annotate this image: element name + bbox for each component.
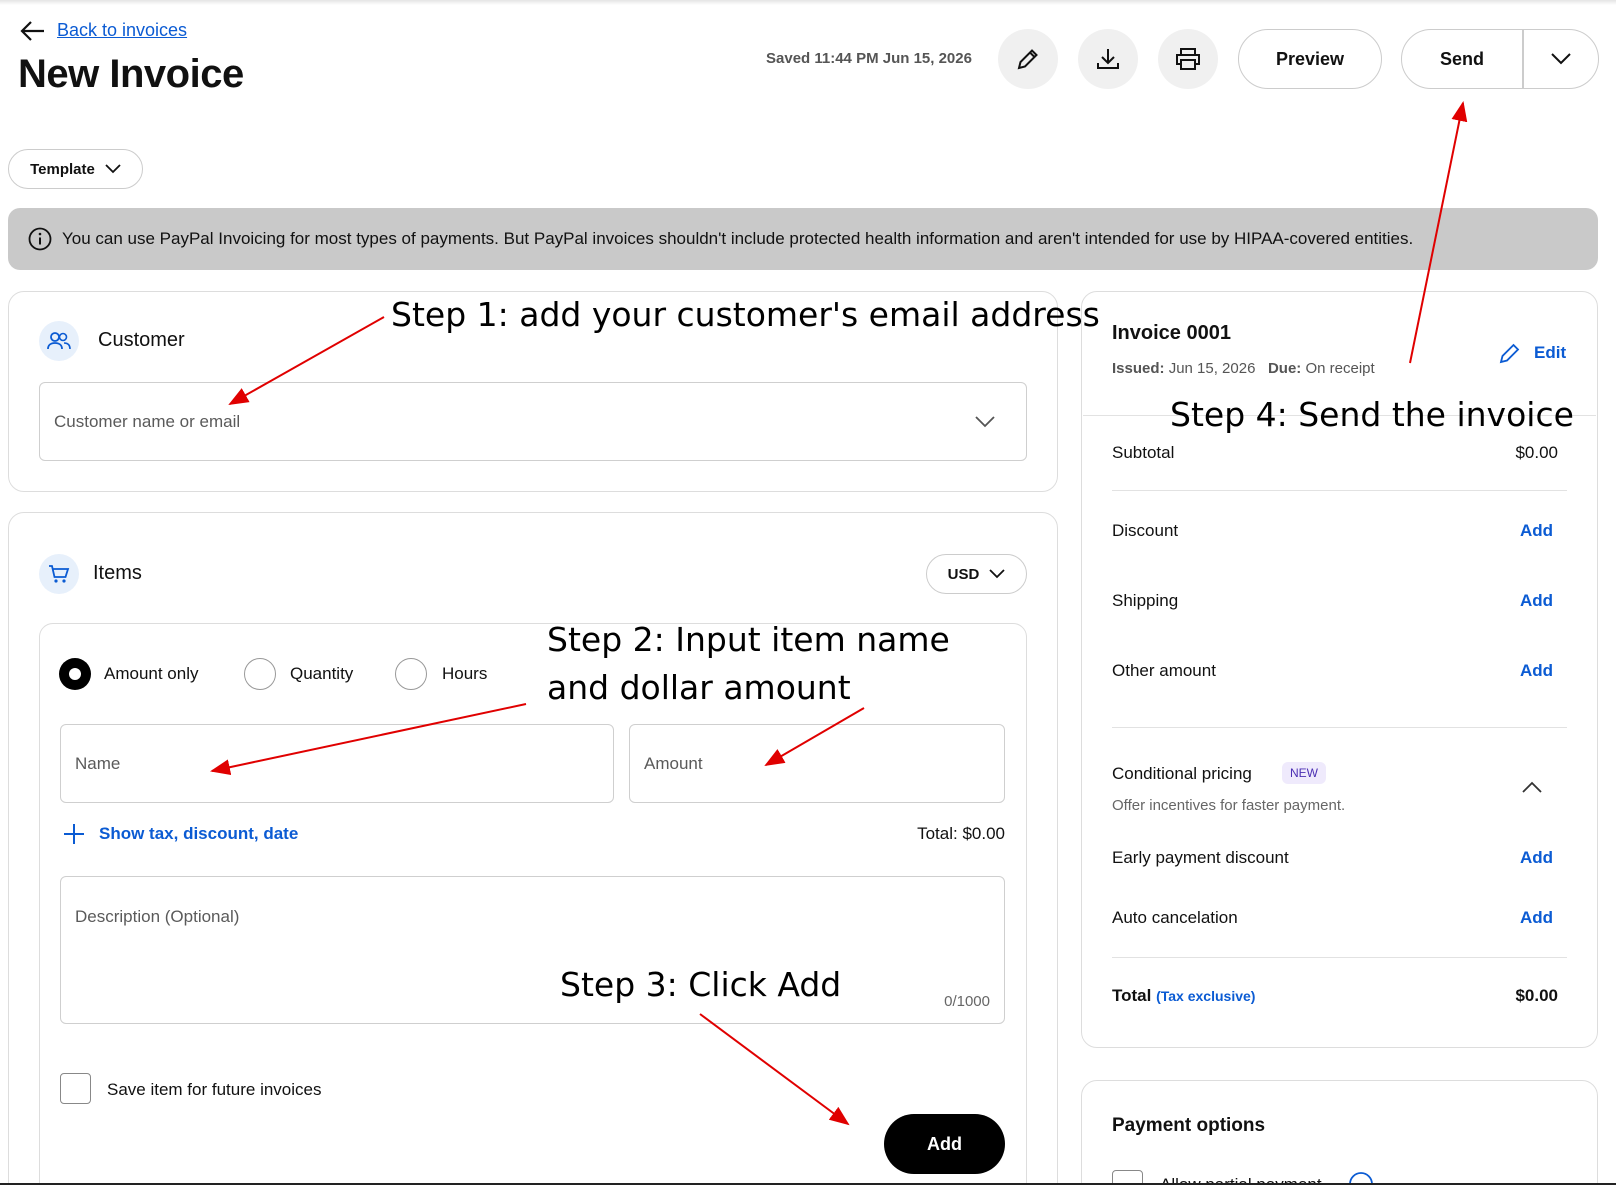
chevron-down-icon bbox=[1551, 53, 1571, 65]
radio-hours[interactable] bbox=[395, 658, 427, 690]
item-name-placeholder: Name bbox=[75, 753, 121, 773]
radio-amount-only[interactable] bbox=[59, 658, 91, 690]
invoice-dates: Issued: Jun 15, 2026 Due: On receipt bbox=[1112, 360, 1375, 377]
add-other-amount-link[interactable]: Add bbox=[1520, 661, 1553, 681]
amounts-divider bbox=[1112, 727, 1567, 728]
cart-icon bbox=[49, 565, 70, 583]
saved-status: Saved 11:44 PM Jun 15, 2026 bbox=[766, 50, 972, 67]
item-name-input[interactable]: Name bbox=[60, 724, 614, 803]
annotation-step3: Step 3: Click Add bbox=[560, 965, 842, 1004]
back-to-invoices-link[interactable]: Back to invoices bbox=[57, 20, 187, 41]
preview-button[interactable]: Preview bbox=[1238, 29, 1382, 89]
currency-label: USD bbox=[947, 565, 980, 583]
invoice-number: Invoice 0001 bbox=[1112, 322, 1231, 344]
auto-cancelation-label: Auto cancelation bbox=[1112, 908, 1238, 927]
description-placeholder: Description (Optional) bbox=[75, 907, 240, 926]
due-value: On receipt bbox=[1305, 360, 1375, 377]
annotation-step1: Step 1: add your customer's email addres… bbox=[391, 295, 1100, 334]
info-icon bbox=[28, 227, 52, 251]
conditional-pricing-title: Conditional pricing bbox=[1112, 764, 1252, 783]
customer-icon-circle bbox=[39, 321, 79, 361]
edit-invoice-info-link[interactable]: Edit bbox=[1498, 341, 1566, 365]
currency-dropdown[interactable]: USD bbox=[926, 554, 1027, 594]
items-icon-circle bbox=[39, 554, 79, 594]
subtotal-divider bbox=[1112, 490, 1567, 491]
new-badge: NEW bbox=[1282, 762, 1326, 784]
subtotal-value: $0.00 bbox=[1515, 443, 1558, 462]
conditional-pricing-subtitle: Offer incentives for faster payment. bbox=[1112, 797, 1346, 814]
customer-input[interactable]: Customer name or email bbox=[39, 382, 1027, 461]
item-amount-input[interactable]: Amount bbox=[629, 724, 1005, 803]
total-row: Total (Tax exclusive) bbox=[1112, 986, 1255, 1006]
printer-icon bbox=[1176, 48, 1200, 70]
show-tax-discount-date-link[interactable]: Show tax, discount, date bbox=[63, 823, 298, 845]
chevron-up-icon[interactable] bbox=[1521, 780, 1543, 794]
item-amount-placeholder: Amount bbox=[644, 753, 703, 773]
edit-label: Edit bbox=[1534, 343, 1567, 362]
radio-amount-only-label: Amount only bbox=[104, 664, 199, 683]
save-item-label: Save item for future invoices bbox=[107, 1080, 322, 1099]
annotation-step2-line1: Step 2: Input item name bbox=[547, 620, 950, 659]
pencil-icon bbox=[1017, 49, 1038, 70]
arrow-left-icon[interactable] bbox=[20, 20, 46, 42]
people-icon bbox=[47, 332, 71, 350]
customer-placeholder: Customer name or email bbox=[54, 411, 241, 431]
chevron-down-icon bbox=[105, 164, 121, 174]
due-label: Due: bbox=[1267, 360, 1302, 377]
plus-icon bbox=[64, 824, 84, 844]
chevron-down-icon bbox=[975, 415, 995, 427]
other-amount-label: Other amount bbox=[1112, 661, 1216, 680]
pencil-icon bbox=[1499, 343, 1520, 364]
tax-exclusive-link[interactable]: (Tax exclusive) bbox=[1156, 988, 1255, 1004]
radio-quantity-label: Quantity bbox=[290, 664, 354, 683]
total-value: $0.00 bbox=[1515, 986, 1558, 1005]
issued-value: Jun 15, 2026 bbox=[1168, 360, 1256, 377]
items-title: Items bbox=[93, 562, 142, 584]
download-icon bbox=[1097, 49, 1119, 69]
add-shipping-link[interactable]: Add bbox=[1520, 591, 1553, 611]
template-label: Template bbox=[30, 160, 95, 178]
print-button[interactable] bbox=[1158, 29, 1218, 89]
add-auto-cancelation-link[interactable]: Add bbox=[1520, 908, 1553, 928]
issued-label: Issued: bbox=[1112, 360, 1165, 377]
shipping-label: Shipping bbox=[1112, 591, 1179, 610]
description-textarea[interactable]: Description (Optional) 0/1000 bbox=[60, 876, 1005, 1024]
chevron-down-icon bbox=[989, 569, 1005, 579]
send-button[interactable]: Send bbox=[1402, 49, 1522, 70]
add-item-button[interactable]: Add bbox=[884, 1114, 1005, 1174]
total-label: Total bbox=[1112, 986, 1152, 1005]
description-char-count: 0/1000 bbox=[944, 993, 990, 1010]
radio-hours-label: Hours bbox=[442, 664, 488, 683]
hipaa-info-banner: You can use PayPal Invoicing for most ty… bbox=[8, 208, 1598, 270]
send-button-group: Send bbox=[1401, 29, 1599, 89]
radio-quantity[interactable] bbox=[244, 658, 276, 690]
annotation-step4: Step 4: Send the invoice bbox=[1170, 395, 1574, 434]
template-dropdown[interactable]: Template bbox=[8, 149, 143, 189]
banner-text: You can use PayPal Invoicing for most ty… bbox=[62, 229, 1414, 248]
save-item-checkbox[interactable] bbox=[60, 1073, 91, 1104]
page-title: New Invoice bbox=[18, 52, 244, 96]
annotation-step2-line2: and dollar amount bbox=[547, 668, 851, 707]
discount-label: Discount bbox=[1112, 521, 1179, 540]
show-tax-discount-date-label: Show tax, discount, date bbox=[99, 824, 299, 843]
customer-title: Customer bbox=[98, 329, 185, 351]
item-total: Total: $0.00 bbox=[917, 824, 1005, 843]
add-early-payment-discount-link[interactable]: Add bbox=[1520, 848, 1553, 868]
subtotal-label: Subtotal bbox=[1112, 443, 1175, 462]
top-shadow bbox=[0, 0, 1616, 5]
early-payment-discount-label: Early payment discount bbox=[1112, 848, 1289, 867]
edit-button[interactable] bbox=[998, 29, 1058, 89]
download-button[interactable] bbox=[1078, 29, 1138, 89]
add-discount-link[interactable]: Add bbox=[1520, 521, 1553, 541]
send-options-button[interactable] bbox=[1524, 52, 1599, 66]
payment-options-title: Payment options bbox=[1112, 1115, 1266, 1136]
conditional-divider bbox=[1112, 957, 1567, 958]
